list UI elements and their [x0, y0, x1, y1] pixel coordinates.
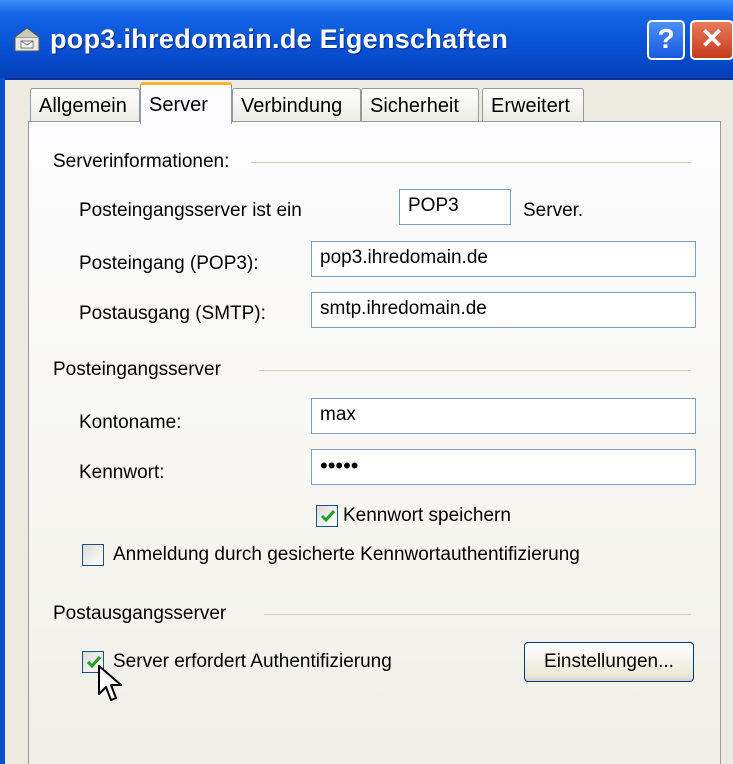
remember-password-checkbox[interactable] — [316, 505, 338, 527]
outgoing-server-field[interactable]: smtp.ihredomain.de — [311, 292, 696, 328]
tab-allgemein[interactable]: Allgemein — [30, 88, 140, 122]
incoming-type-label: Posteingangsserver ist ein — [79, 200, 302, 221]
account-name-label: Kontoname: — [79, 412, 182, 433]
close-icon: ✕ — [700, 23, 724, 54]
incoming-type-field: POP3 — [399, 189, 511, 225]
incoming-server-label: Posteingang (POP3): — [79, 253, 259, 274]
properties-dialog: pop3.ihredomain.de Eigenschaften ? ✕ All… — [0, 0, 733, 764]
outgoing-server-group-title: Postausgangsserver — [53, 603, 227, 624]
password-label: Kennwort: — [79, 462, 165, 483]
tab-erweitert[interactable]: Erweitert — [482, 88, 584, 122]
tab-verbindung[interactable]: Verbindung — [232, 88, 361, 122]
incoming-type-suffix: Server. — [523, 200, 584, 221]
group-divider — [251, 162, 691, 163]
outgoing-server-label: Postausgang (SMTP): — [79, 303, 266, 324]
window-border — [0, 78, 5, 764]
title-bar[interactable]: pop3.ihredomain.de Eigenschaften ? ✕ — [0, 0, 733, 80]
remember-password-label[interactable]: Kennwort speichern — [343, 505, 511, 527]
tab-server[interactable]: Server — [140, 82, 232, 124]
window-title: pop3.ihredomain.de Eigenschaften — [50, 24, 509, 54]
group-divider — [264, 614, 691, 615]
tab-sicherheit[interactable]: Sicherheit — [361, 88, 479, 122]
spa-checkbox[interactable] — [82, 544, 104, 566]
group-divider — [259, 370, 691, 371]
checkmark-icon — [320, 510, 336, 523]
account-name-field[interactable]: max — [311, 398, 696, 434]
server-tab-panel: Serverinformationen: Posteingangsserver … — [28, 121, 721, 764]
mail-server-icon — [14, 27, 40, 52]
settings-button[interactable]: Einstellungen... — [524, 642, 694, 682]
incoming-server-group-title: Posteingangsserver — [53, 359, 221, 380]
password-field[interactable]: ••••• — [311, 449, 696, 485]
auth-required-label[interactable]: Server erfordert Authentifizierung — [113, 651, 392, 673]
close-button[interactable]: ✕ — [690, 20, 733, 60]
help-button[interactable]: ? — [647, 20, 685, 60]
spa-label[interactable]: Anmeldung durch gesicherte Kennwortauthe… — [113, 544, 580, 566]
mouse-pointer-icon — [98, 665, 122, 701]
help-icon: ? — [657, 23, 675, 54]
server-info-group-title: Serverinformationen: — [53, 151, 230, 172]
incoming-server-field[interactable]: pop3.ihredomain.de — [311, 241, 696, 277]
